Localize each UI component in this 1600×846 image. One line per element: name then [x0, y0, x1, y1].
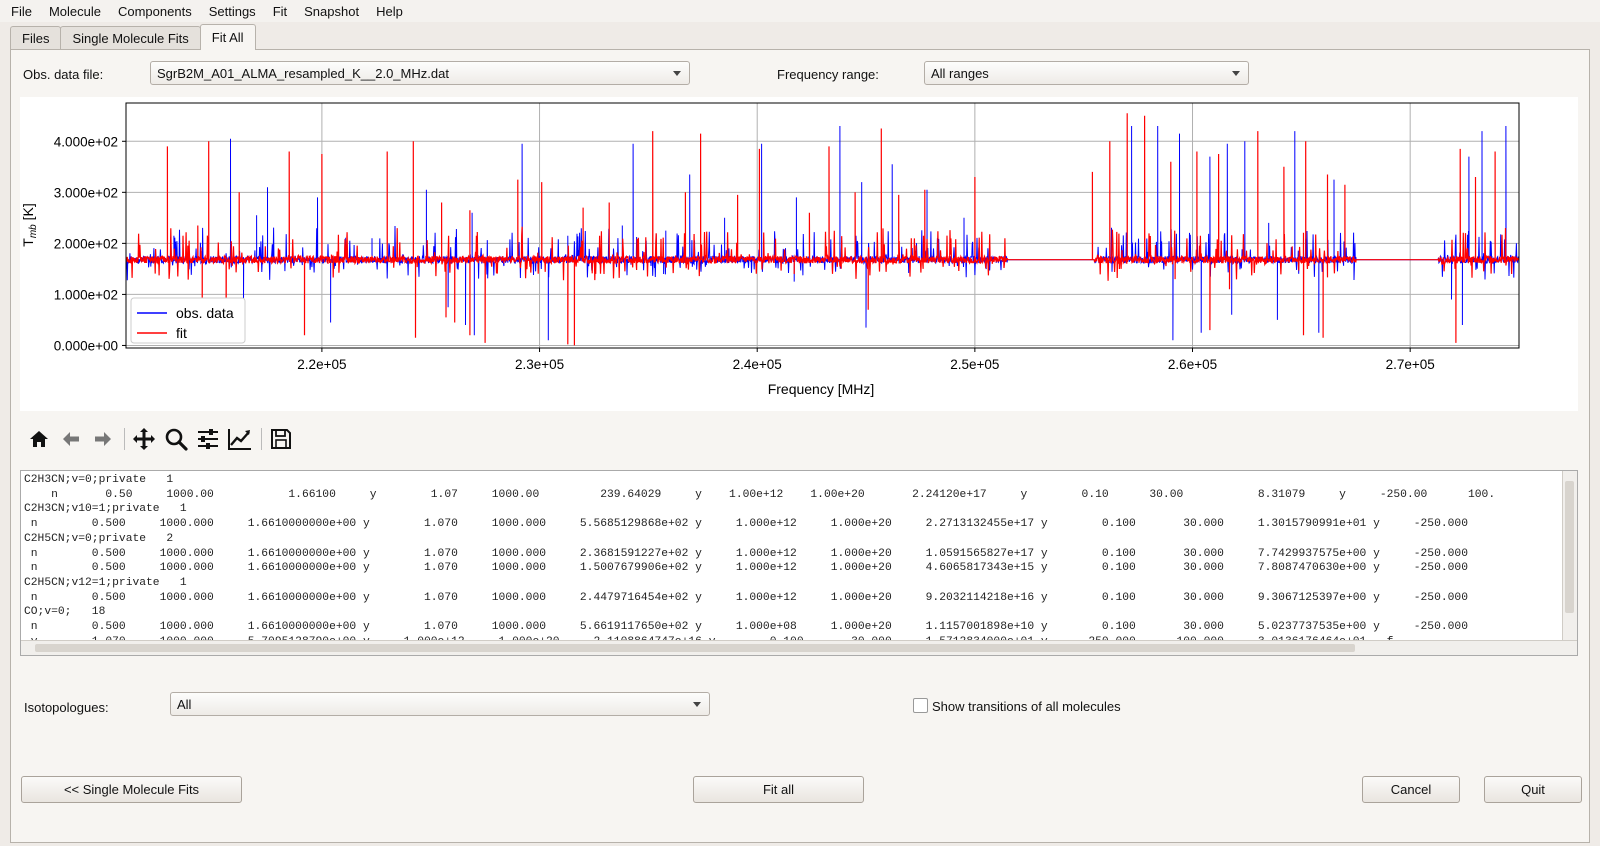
- horizontal-scrollbar[interactable]: [21, 640, 1577, 655]
- molfit-text: C2H3CN;v=0;private 1 n 0.50 1000.00 1.66…: [24, 474, 1496, 655]
- zoom-button[interactable]: [161, 424, 191, 454]
- tab-files[interactable]: Files: [10, 26, 62, 49]
- y-axis-label: Tmb [K]: [20, 203, 39, 246]
- chevron-down-icon: [1232, 71, 1240, 76]
- series-line-fit: [126, 113, 1519, 346]
- forward-button[interactable]: [88, 424, 118, 454]
- pan-icon: [133, 428, 155, 450]
- menu-molecule[interactable]: Molecule: [38, 4, 107, 19]
- legend-label-obs: obs. data: [176, 305, 234, 321]
- toolbar-separator: [124, 428, 125, 450]
- home-icon: [30, 431, 48, 447]
- frequency-range-value: All ranges: [931, 65, 989, 81]
- molfit-text-area[interactable]: C2H3CN;v=0;private 1 n 0.50 1000.00 1.66…: [20, 470, 1578, 656]
- configure-subplots-icon: [198, 429, 218, 449]
- tab-single-molecule-fits[interactable]: Single Molecule Fits: [60, 26, 201, 49]
- grid-lines: [126, 103, 1519, 348]
- y-tick-label: 2.000e+02: [54, 236, 118, 251]
- plot-toolbar: [24, 424, 298, 454]
- isotopologues-value: All: [177, 696, 192, 712]
- x-tick-label: 2.5e+05: [950, 357, 999, 372]
- spectrum-chart: 2.2e+05 2.3e+05 2.4e+05 2.5e+05 2.6e+05 2.7e+…: [20, 102, 1520, 397]
- pan-button[interactable]: [129, 424, 159, 454]
- vertical-scrollbar[interactable]: [1562, 471, 1577, 641]
- horizontal-scroll-thumb[interactable]: [35, 644, 1355, 652]
- x-tick-label: 2.2e+05: [297, 357, 346, 372]
- menu-fit[interactable]: Fit: [262, 4, 293, 19]
- menu-snapshot[interactable]: Snapshot: [293, 4, 365, 19]
- single-molecule-fits-button[interactable]: << Single Molecule Fits: [21, 776, 242, 803]
- home-button[interactable]: [24, 424, 54, 454]
- menu-components[interactable]: Components: [107, 4, 198, 19]
- menu-help[interactable]: Help: [365, 4, 409, 19]
- x-axis-label: Frequency [MHz]: [768, 381, 875, 397]
- fit-all-button[interactable]: Fit all: [693, 776, 864, 803]
- toolbar-separator: [261, 428, 262, 450]
- y-tick-label: 1.000e+02: [54, 287, 118, 302]
- series-lines: [126, 113, 1519, 346]
- legend: obs. data fit: [130, 297, 246, 344]
- tab-fit-all[interactable]: Fit All: [199, 24, 256, 50]
- frequency-range-label: Frequency range:: [777, 67, 879, 82]
- x-tick-label: 2.7e+05: [1386, 357, 1435, 372]
- show-transitions-checkbox[interactable]: [913, 698, 928, 713]
- spectrum-plot[interactable]: 2.2e+05 2.3e+05 2.4e+05 2.5e+05 2.6e+05 2.7e+…: [20, 97, 1578, 411]
- obs-data-file-select[interactable]: SgrB2M_A01_ALMA_resampled_K__2.0_MHz.dat: [150, 61, 690, 85]
- x-tick-label: 2.4e+05: [733, 357, 782, 372]
- configure-subplots-button[interactable]: [193, 424, 223, 454]
- x-tick-label: 2.3e+05: [515, 357, 564, 372]
- edit-axis-button[interactable]: [225, 424, 255, 454]
- isotopologues-select[interactable]: All: [170, 692, 710, 716]
- quit-button[interactable]: Quit: [1484, 776, 1582, 803]
- save-button[interactable]: [266, 424, 296, 454]
- save-icon: [271, 429, 291, 449]
- menu-settings[interactable]: Settings: [198, 4, 262, 19]
- back-button[interactable]: [56, 424, 86, 454]
- frequency-range-select[interactable]: All ranges: [924, 61, 1249, 85]
- menu-file[interactable]: File: [0, 4, 38, 19]
- chevron-down-icon: [673, 71, 681, 76]
- chevron-down-icon: [693, 702, 701, 707]
- show-transitions-label: Show transitions of all molecules: [932, 699, 1121, 714]
- isotopologues-label: Isotopologues:: [24, 700, 109, 715]
- plot-frame: [125, 102, 1520, 349]
- obs-data-file-label: Obs. data file:: [23, 67, 104, 82]
- y-tick-label: 0.000e+00: [54, 338, 118, 353]
- obs-data-file-value: SgrB2M_A01_ALMA_resampled_K__2.0_MHz.dat: [157, 65, 449, 81]
- back-icon: [63, 432, 79, 446]
- zoom-icon: [165, 428, 188, 451]
- y-tick-label: 3.000e+02: [54, 185, 118, 200]
- menu-bar: File Molecule Components Settings Fit Snapsho…: [0, 0, 1600, 22]
- vertical-scroll-thumb[interactable]: [1565, 481, 1574, 613]
- y-tick-label: 4.000e+02: [54, 134, 118, 149]
- edit-axis-icon: [228, 429, 251, 450]
- series-line-obs-data: [126, 125, 1519, 341]
- forward-icon: [95, 432, 111, 446]
- x-tick-label: 2.6e+05: [1168, 357, 1217, 372]
- legend-label-fit: fit: [176, 325, 187, 341]
- tab-bar: Files Single Molecule Fits Fit All: [10, 24, 256, 50]
- cancel-button[interactable]: Cancel: [1362, 776, 1460, 803]
